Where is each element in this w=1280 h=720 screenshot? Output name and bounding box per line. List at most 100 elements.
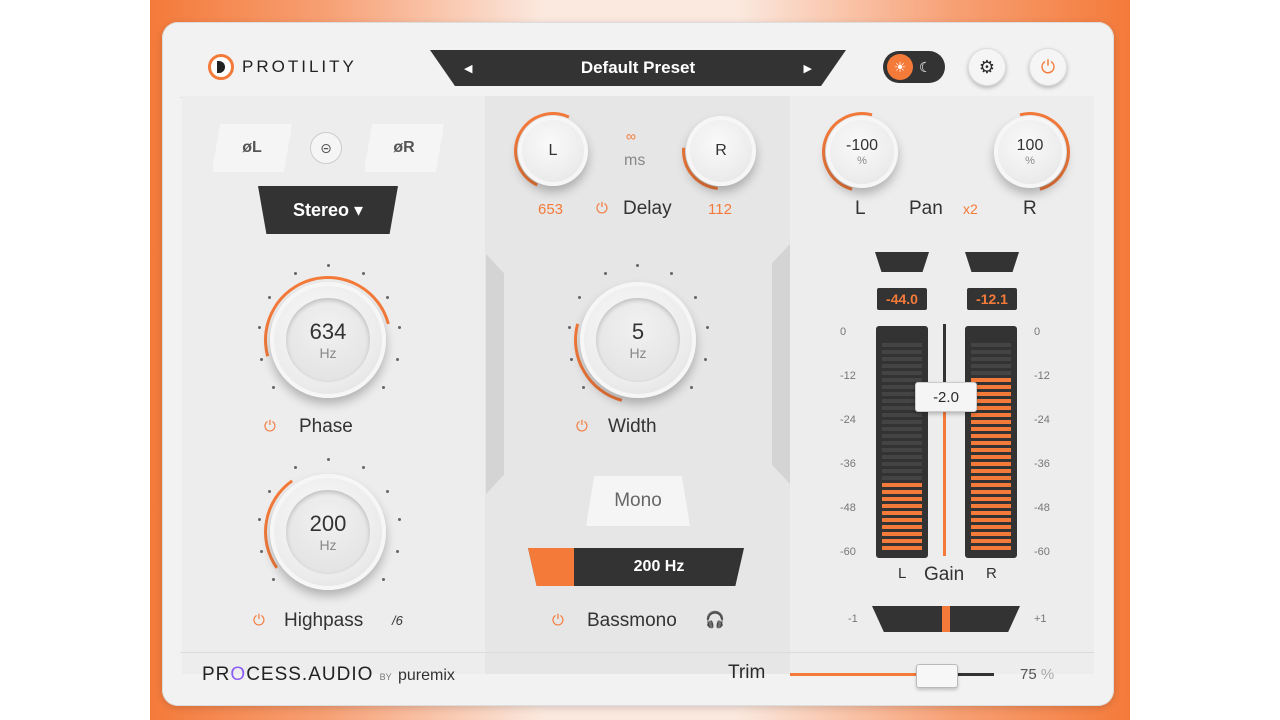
meter-segment bbox=[971, 469, 1011, 473]
meter-segment bbox=[882, 364, 922, 368]
balance-max-label: +1 bbox=[1034, 613, 1047, 625]
stereo-mode-dropdown[interactable]: Stereo ▾ bbox=[258, 186, 398, 234]
gain-scale-tick: -60 bbox=[840, 546, 856, 558]
phase-label: Phase bbox=[299, 416, 353, 437]
balance-slider[interactable] bbox=[872, 606, 1020, 632]
gain-left-meter bbox=[876, 326, 928, 558]
meter-segment bbox=[882, 497, 922, 501]
meter-segment bbox=[882, 371, 922, 375]
power-button[interactable]: ⏻ bbox=[1029, 48, 1067, 86]
preset-selector[interactable]: ◀ Default Preset ▶ bbox=[430, 50, 846, 86]
mono-button[interactable]: Mono bbox=[586, 476, 690, 526]
meter-segment bbox=[971, 462, 1011, 466]
delay-link-icon[interactable]: ∞ bbox=[626, 128, 636, 144]
meter-segment bbox=[882, 441, 922, 445]
pan-label: Pan bbox=[909, 198, 943, 219]
delay-unit: ms bbox=[624, 152, 646, 169]
phase-knob[interactable]: 634 Hz bbox=[270, 282, 386, 398]
meter-segment bbox=[882, 546, 922, 550]
width-knob-unit: Hz bbox=[629, 345, 647, 361]
pan-left-knob[interactable]: -100 % bbox=[826, 116, 898, 188]
meter-segment bbox=[971, 532, 1011, 536]
meter-segment bbox=[971, 420, 1011, 424]
meter-segment bbox=[882, 462, 922, 466]
trim-thumb[interactable] bbox=[916, 664, 958, 688]
gain-scale-tick: -36 bbox=[1034, 458, 1050, 470]
meter-segment bbox=[971, 448, 1011, 452]
bassmono-power-icon[interactable]: ⏻ bbox=[552, 612, 564, 629]
delay-right-value: 112 bbox=[708, 201, 732, 218]
gain-scale-tick: -60 bbox=[1034, 546, 1050, 558]
pan-right-label: R bbox=[1023, 198, 1037, 219]
settings-button[interactable]: ⚙ bbox=[968, 48, 1006, 86]
gain-scale-tick: -48 bbox=[840, 502, 856, 514]
bassmono-label: Bassmono bbox=[587, 610, 677, 631]
brand-part-b: CESS.AUDIO bbox=[246, 664, 374, 685]
delay-left-knob[interactable]: L bbox=[518, 116, 588, 186]
meter-segment bbox=[971, 427, 1011, 431]
pan-right-unit: % bbox=[1025, 155, 1035, 167]
meter-segment bbox=[971, 399, 1011, 403]
meter-segment bbox=[882, 343, 922, 347]
brand-by: BY bbox=[379, 672, 392, 682]
gain-scale-tick: 0 bbox=[1034, 326, 1041, 338]
gain-fader-thumb[interactable]: -2.0 bbox=[915, 382, 977, 412]
gain-scale-tick: 0 bbox=[840, 326, 847, 338]
phase-right-button[interactable]: øR bbox=[364, 124, 444, 172]
meter-segment bbox=[971, 455, 1011, 459]
meter-segment bbox=[971, 385, 1011, 389]
gain-scale-tick: -12 bbox=[1034, 370, 1050, 382]
brand-puremix: puremix bbox=[397, 667, 455, 684]
headphone-icon[interactable]: 🎧 bbox=[705, 610, 725, 630]
meter-segment bbox=[971, 476, 1011, 480]
meter-segment bbox=[882, 518, 922, 522]
highpass-knob[interactable]: 200 Hz bbox=[270, 474, 386, 590]
meter-segment bbox=[882, 476, 922, 480]
meter-segment bbox=[971, 490, 1011, 494]
width-knob[interactable]: 5 Hz bbox=[580, 282, 696, 398]
meter-segment bbox=[971, 434, 1011, 438]
preset-prev-button[interactable]: ◀ bbox=[464, 62, 472, 75]
sun-icon[interactable]: ☀ bbox=[887, 54, 913, 80]
meter-segment bbox=[971, 546, 1011, 550]
meter-segment bbox=[971, 511, 1011, 515]
highpass-slope-button[interactable]: /6 bbox=[392, 613, 403, 628]
meter-segment bbox=[882, 455, 922, 459]
pan-right-knob[interactable]: 100 % bbox=[994, 116, 1066, 188]
meter-segment bbox=[882, 420, 922, 424]
highpass-knob-value: 200 bbox=[309, 511, 347, 536]
highpass-power-icon[interactable]: ⏻ bbox=[253, 612, 265, 629]
moon-icon[interactable]: ☾ bbox=[919, 59, 932, 76]
phase-power-icon[interactable]: ⏻ bbox=[264, 418, 276, 435]
gain-left-cap-button[interactable] bbox=[875, 252, 929, 272]
delay-left-knob-label: L bbox=[548, 142, 558, 159]
meter-segment bbox=[882, 357, 922, 361]
gain-left-readout: -44.0 bbox=[877, 288, 927, 310]
width-power-icon[interactable]: ⏻ bbox=[576, 418, 588, 435]
meter-segment bbox=[971, 525, 1011, 529]
gain-label: Gain bbox=[924, 564, 965, 585]
pan-right-value: 100 bbox=[1016, 137, 1044, 154]
meter-segment bbox=[882, 525, 922, 529]
gain-scale-tick: -48 bbox=[1034, 502, 1050, 514]
gear-icon: ⚙ bbox=[978, 56, 996, 77]
gain-right-cap-button[interactable] bbox=[965, 252, 1019, 272]
pan-multiplier-button[interactable]: x2 bbox=[963, 201, 978, 217]
theme-toggle[interactable]: ☀ ☾ bbox=[883, 51, 945, 83]
meter-segment bbox=[882, 532, 922, 536]
meter-segment bbox=[971, 413, 1011, 417]
phase-link-button[interactable]: ⊝ bbox=[310, 132, 342, 164]
gain-scale-tick: -12 bbox=[840, 370, 856, 382]
meter-segment bbox=[971, 504, 1011, 508]
bassmono-slider[interactable]: 200 Hz bbox=[528, 548, 744, 586]
gain-scale-tick: -24 bbox=[1034, 414, 1050, 426]
phase-left-button[interactable]: øL bbox=[212, 124, 292, 172]
meter-segment bbox=[971, 364, 1011, 368]
width-knob-value: 5 bbox=[631, 319, 645, 344]
delay-right-knob[interactable]: R bbox=[686, 116, 756, 186]
delay-power-icon[interactable]: ⏻ bbox=[596, 200, 608, 217]
meter-segment bbox=[882, 434, 922, 438]
left-flap bbox=[486, 254, 504, 494]
logo-text: PROTILITY bbox=[242, 57, 357, 76]
preset-next-button[interactable]: ▶ bbox=[804, 62, 812, 75]
